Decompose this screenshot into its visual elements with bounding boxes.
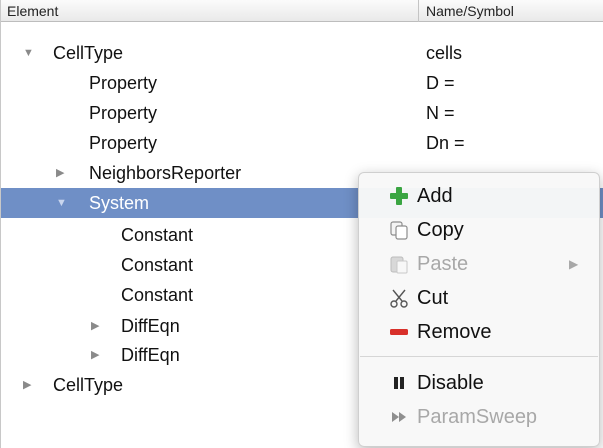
menu-item-copy[interactable]: Copy xyxy=(359,213,599,247)
tree-row-property[interactable]: Property D = xyxy=(1,68,603,98)
menu-item-label: Copy xyxy=(417,219,464,241)
row-label: CellType xyxy=(53,375,124,395)
scissors-icon xyxy=(390,289,408,308)
column-header-element[interactable]: Element xyxy=(7,3,58,19)
menu-item-label: Cut xyxy=(417,287,449,309)
disclosure-collapsed-icon[interactable]: ▶ xyxy=(23,370,31,400)
menu-item-label: Paste xyxy=(417,253,469,275)
column-header-name-symbol[interactable]: Name/Symbol xyxy=(426,3,514,19)
fast-forward-icon xyxy=(392,412,406,422)
disclosure-collapsed-icon[interactable]: ▶ xyxy=(56,158,64,188)
row-label: Property xyxy=(89,133,158,153)
row-label: Constant xyxy=(121,255,194,275)
context-menu: Add Copy Paste ▶ Cut Remove Disable Para… xyxy=(358,172,600,447)
minus-icon xyxy=(390,329,408,335)
row-label: CellType xyxy=(53,43,124,63)
disclosure-collapsed-icon[interactable]: ▶ xyxy=(91,340,99,370)
row-value: Dn = xyxy=(426,133,465,153)
row-label: DiffEqn xyxy=(121,316,180,336)
submenu-arrow-icon: ▶ xyxy=(569,257,579,271)
tree-row-property[interactable]: Property Dn = xyxy=(1,128,603,158)
plus-icon xyxy=(390,187,408,205)
pause-icon xyxy=(394,377,404,389)
menu-item-disable[interactable]: Disable xyxy=(359,366,599,400)
tree-row-celltype[interactable]: ▼ CellType cells xyxy=(1,38,603,68)
row-label: Property xyxy=(89,103,158,123)
menu-item-paramsweep[interactable]: ParamSweep xyxy=(359,400,599,434)
row-label: Property xyxy=(89,73,158,93)
row-label: DiffEqn xyxy=(121,345,180,365)
disclosure-collapsed-icon[interactable]: ▶ xyxy=(91,311,99,341)
menu-item-add[interactable]: Add xyxy=(359,179,599,213)
row-label: Constant xyxy=(121,285,194,305)
row-value: cells xyxy=(426,43,463,63)
row-label: NeighborsReporter xyxy=(89,163,242,183)
tree-row-property[interactable]: Property N = xyxy=(1,98,603,128)
row-label: Constant xyxy=(121,225,194,245)
menu-item-label: Disable xyxy=(417,372,484,394)
menu-item-remove[interactable]: Remove xyxy=(359,315,599,349)
column-divider[interactable] xyxy=(418,0,419,22)
menu-item-paste[interactable]: Paste ▶ xyxy=(359,247,599,281)
copy-icon xyxy=(390,221,408,240)
row-value: N = xyxy=(426,103,455,123)
disclosure-expanded-icon[interactable]: ▼ xyxy=(23,38,34,68)
menu-separator xyxy=(360,356,598,357)
tree-header: Element Name/Symbol xyxy=(1,0,603,22)
row-value: D = xyxy=(426,73,455,93)
menu-item-label: Remove xyxy=(417,321,492,343)
paste-icon xyxy=(390,256,408,274)
disclosure-expanded-icon[interactable]: ▼ xyxy=(56,188,67,218)
menu-item-label: ParamSweep xyxy=(417,406,538,428)
row-label: System xyxy=(89,193,150,213)
menu-item-label: Add xyxy=(417,185,453,207)
menu-item-cut[interactable]: Cut xyxy=(359,281,599,315)
